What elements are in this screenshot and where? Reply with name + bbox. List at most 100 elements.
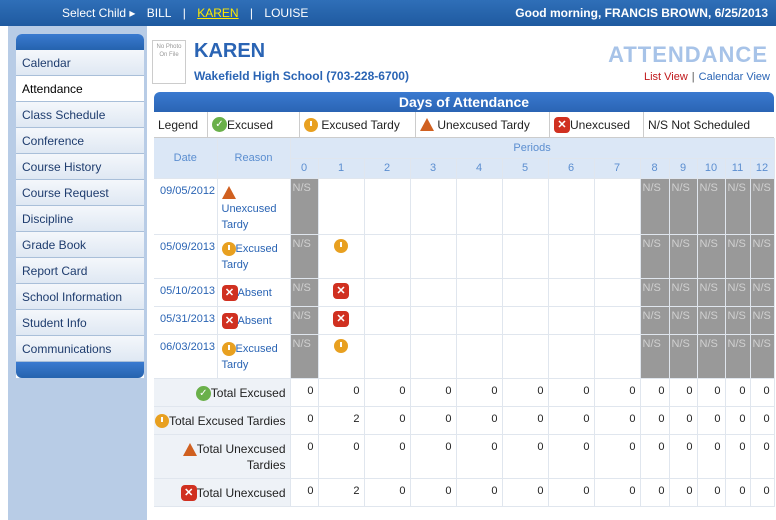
school-name: Wakefield High School (703-228-6700) <box>194 69 409 83</box>
ns-cell: N/S <box>697 234 726 279</box>
warning-icon <box>420 118 434 131</box>
row-reason: ✕ Absent <box>217 306 291 335</box>
row-date[interactable]: 06/03/2013 <box>154 334 218 379</box>
legend: Legend ✓ Excused Excused Tardy Unexcused … <box>154 111 774 138</box>
period-number: 10 <box>697 158 726 179</box>
child-link-bill[interactable]: BILL <box>147 6 172 20</box>
student-photo-placeholder: No Photo On File <box>152 40 186 84</box>
total-value: 0 <box>725 478 751 507</box>
ns-cell: N/S <box>669 306 698 335</box>
total-row: ✓ Total Excused 0 0 0 0 0 0 0 0 0 0 0 0 0 <box>154 378 775 407</box>
total-value: 0 <box>697 406 726 435</box>
total-value: 0 <box>410 378 457 407</box>
sidebar-item-school-information[interactable]: School Information <box>16 284 144 310</box>
ns-cell: N/S <box>640 334 670 379</box>
total-value: 0 <box>750 478 775 507</box>
view-separator: | <box>691 71 695 83</box>
greeting-text: Good morning, FRANCIS BROWN, 6/25/2013 <box>515 6 768 20</box>
period-number: 2 <box>364 158 411 179</box>
total-row: ✕ Total Unexcused 0 2 0 0 0 0 0 0 0 0 0 0 0 <box>154 478 775 507</box>
sidebar-item-course-request[interactable]: Course Request <box>16 180 144 206</box>
row-reason: Excused Tardy <box>217 234 291 279</box>
list-view-link[interactable]: List View <box>644 71 688 83</box>
sidebar-item-class-schedule[interactable]: Class Schedule <box>16 102 144 128</box>
top-bar: Select Child ▸ BILL | KAREN | LOUISE Goo… <box>0 0 776 26</box>
row-date[interactable]: 05/09/2013 <box>154 234 218 279</box>
sidebar-item-report-card[interactable]: Report Card <box>16 258 144 284</box>
child-link-louise[interactable]: LOUISE <box>264 6 308 20</box>
check-icon: ✓ <box>212 117 227 132</box>
total-label-text: Total Excused Tardies <box>168 413 286 428</box>
period-cell <box>456 306 503 335</box>
child-separator: | <box>182 6 186 20</box>
period-mark: ✕ <box>318 278 365 307</box>
total-value: 0 <box>669 406 698 435</box>
total-value: 0 <box>456 478 503 507</box>
ns-cell: N/S <box>290 234 319 279</box>
row-reason: Excused Tardy <box>217 334 291 379</box>
total-value: 0 <box>502 478 549 507</box>
header-row: Date Reason Periods <box>154 138 775 179</box>
row-date[interactable]: 05/31/2013 <box>154 306 218 335</box>
calendar-view-link[interactable]: Calendar View <box>699 71 770 83</box>
sidebar-item-grade-book[interactable]: Grade Book <box>16 232 144 258</box>
col-header-reason: Reason <box>217 138 291 179</box>
total-value: 0 <box>725 434 751 479</box>
total-value: 0 <box>364 478 411 507</box>
ns-cell: N/S <box>697 278 726 307</box>
total-value: 0 <box>410 406 457 435</box>
period-number: 5 <box>502 158 549 179</box>
legend-unexcused-tardy-label: Unexcused Tardy <box>437 117 530 132</box>
period-cell <box>548 234 595 279</box>
total-value: 0 <box>594 406 641 435</box>
row-date[interactable]: 09/05/2012 <box>154 178 218 235</box>
total-value: 0 <box>697 478 726 507</box>
sidebar-item-attendance[interactable]: Attendance <box>16 76 144 102</box>
col-header-date: Date <box>154 138 218 179</box>
period-cell <box>410 334 457 379</box>
total-value: 0 <box>640 406 670 435</box>
total-value: 0 <box>290 478 319 507</box>
sidebar-nav: Calendar Attendance Class Schedule Confe… <box>16 50 144 362</box>
total-value: 0 <box>364 434 411 479</box>
period-number: 3 <box>410 158 457 179</box>
sidebar-item-conference[interactable]: Conference <box>16 128 144 154</box>
total-value: 0 <box>594 434 641 479</box>
period-number: 8 <box>640 158 670 179</box>
child-separator: | <box>249 6 254 20</box>
total-value: 0 <box>640 378 670 407</box>
period-cell <box>502 178 549 235</box>
ns-cell: N/S <box>750 278 775 307</box>
table-row: 05/09/2013 Excused Tardy N/S N/S N/S N/S N/S N/… <box>154 234 775 279</box>
x-icon: ✕ <box>333 282 349 299</box>
child-link-karen[interactable]: KAREN <box>197 6 238 20</box>
sidebar-item-calendar[interactable]: Calendar <box>16 50 144 76</box>
total-value: 0 <box>548 378 595 407</box>
legend-excused-label: Excused <box>227 117 274 132</box>
view-switcher: List View | Calendar View <box>644 71 770 83</box>
total-value: 0 <box>697 378 726 407</box>
ns-cell: N/S <box>725 334 751 379</box>
ns-cell: N/S <box>697 334 726 379</box>
period-cell <box>410 234 457 279</box>
ns-cell: N/S <box>669 178 698 235</box>
ns-cell: N/S <box>640 178 670 235</box>
total-value: 0 <box>669 378 698 407</box>
total-value: 0 <box>456 378 503 407</box>
total-label: ✓ Total Excused <box>154 378 291 407</box>
ns-cell: N/S <box>697 306 726 335</box>
sidebar-item-communications[interactable]: Communications <box>16 336 144 362</box>
sidebar-item-course-history[interactable]: Course History <box>16 154 144 180</box>
check-icon: ✓ <box>195 385 211 401</box>
row-date[interactable]: 05/10/2013 <box>154 278 218 307</box>
clock-icon <box>334 238 348 253</box>
total-value: 2 <box>318 406 365 435</box>
total-value: 0 <box>725 406 751 435</box>
legend-label: Legend <box>154 111 208 138</box>
sidebar-item-discipline[interactable]: Discipline <box>16 206 144 232</box>
total-value: 0 <box>594 478 641 507</box>
total-value: 0 <box>456 434 503 479</box>
total-label: Total Unexcused Tardies <box>154 434 291 479</box>
total-row: Total Unexcused Tardies 0 0 0 0 0 0 0 0 0 0 0 0 0 <box>154 434 775 479</box>
sidebar-item-student-info[interactable]: Student Info <box>16 310 144 336</box>
